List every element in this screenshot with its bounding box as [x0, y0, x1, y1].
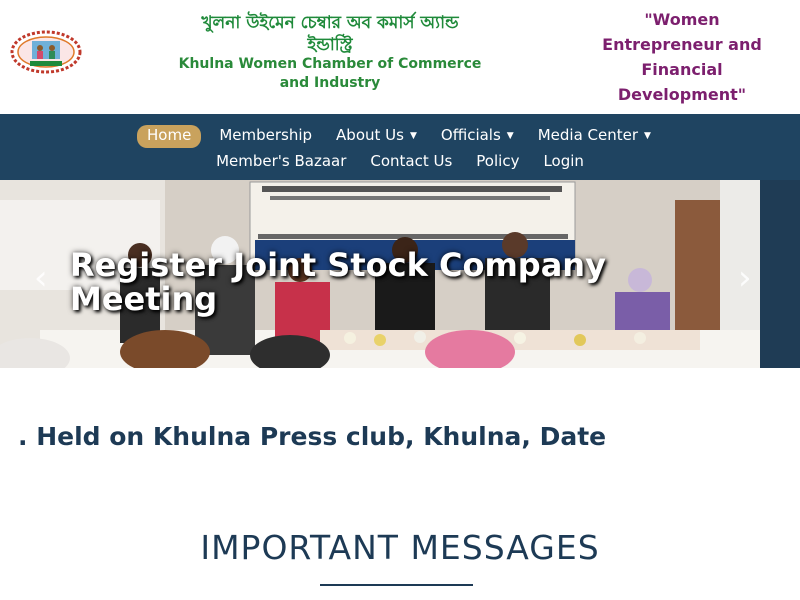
nav-home-label: Home — [147, 126, 192, 144]
nav-item-home[interactable]: Home — [137, 125, 202, 148]
ticker-text: . Held on Khulna Press club, Khulna, Dat… — [18, 422, 607, 451]
news-ticker: . Held on Khulna Press club, Khulna, Dat… — [0, 420, 800, 456]
chevron-right-icon[interactable]: › — [738, 258, 752, 298]
chevron-down-icon: ▼ — [506, 131, 514, 141]
nav-about-label: About Us — [336, 126, 404, 144]
chevron-down-icon: ▼ — [409, 131, 417, 141]
chamber-logo[interactable] — [10, 30, 82, 74]
nav-row-2: Member's Bazaar Contact Us Policy Login — [0, 151, 800, 171]
slogan-line1: "Women — [644, 10, 720, 29]
slogan-line4: Development" — [617, 85, 747, 104]
site-header: খুলনা উইমেন চেম্বার অব কমার্স অ্যান্ড ইন… — [0, 0, 800, 114]
nav-contact-label: Contact Us — [370, 152, 453, 170]
chamber-name-bangla: খুলনা উইমেন চেম্বার অব কমার্স অ্যান্ড ইন… — [130, 12, 530, 56]
nav-login-label: Login — [543, 152, 584, 170]
slogan-line2: Entrepreneur and — [602, 35, 762, 54]
nav-item-membership[interactable]: Membership — [207, 125, 324, 148]
nav-membership-label: Membership — [219, 126, 313, 144]
chevron-down-icon: ▼ — [644, 131, 651, 141]
slogan: "Women Entrepreneur and Financial Develo… — [572, 7, 792, 107]
nav-item-officials[interactable]: Officials ▼ — [429, 125, 526, 148]
nav-policy-label: Policy — [476, 152, 520, 170]
heading-underline — [320, 584, 473, 586]
nav-item-about[interactable]: About Us ▼ — [324, 125, 429, 148]
nav-item-media-center[interactable]: Media Center ▼ — [526, 125, 663, 148]
nav-bazaar-label: Member's Bazaar — [216, 152, 347, 170]
nav-officials-label: Officials — [440, 126, 501, 144]
chamber-name-english: Khulna Women Chamber of Commerce and Ind… — [130, 55, 530, 93]
nav-item-login[interactable]: Login — [531, 151, 595, 171]
slide-caption-line2: Meeting — [70, 280, 218, 318]
nav-media-label: Media Center — [537, 126, 639, 144]
chamber-name-bangla-line2: ইন্ডাস্ট্রি — [307, 35, 353, 55]
slide-caption: Register Joint Stock Company Meeting — [70, 248, 770, 316]
slide-caption-line1: Register Joint Stock Company — [70, 246, 606, 284]
nav-item-contact[interactable]: Contact Us — [358, 151, 464, 171]
nav-row-1: Home Membership About Us ▼ Officials ▼ Med… — [0, 125, 800, 148]
chamber-name-bangla-line1: খুলনা উইমেন চেম্বার অব কমার্স অ্যান্ড — [201, 13, 459, 33]
nav-item-policy[interactable]: Policy — [464, 151, 531, 171]
slogan-line3: Financial — [641, 60, 723, 79]
chamber-name-english-line1: Khulna Women Chamber of Commerce — [178, 56, 482, 72]
chevron-left-icon[interactable]: ‹ — [34, 258, 48, 298]
section-heading: IMPORTANT MESSAGES — [200, 528, 600, 567]
chamber-name-english-line2: and Industry — [279, 75, 381, 91]
nav-item-members-bazaar[interactable]: Member's Bazaar — [204, 151, 358, 171]
main-navigation: Home Membership About Us ▼ Officials ▼ Med… — [0, 114, 800, 180]
